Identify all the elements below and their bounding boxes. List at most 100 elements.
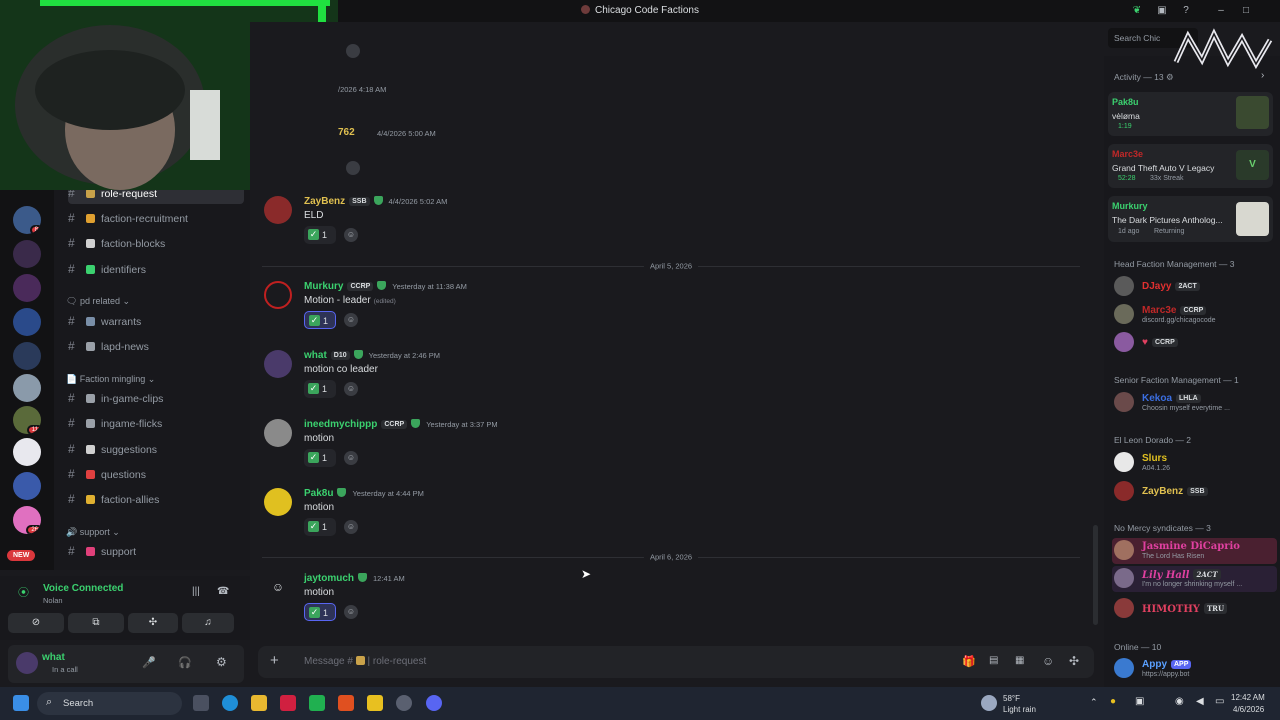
task-view-icon[interactable] [193,695,209,711]
sticker-icon[interactable]: ▦ [1015,655,1024,666]
add-reaction-icon[interactable]: ☺ [344,228,358,242]
gift-icon[interactable]: 🎁 [962,655,976,668]
soundboard-button[interactable]: ♫ [182,613,234,633]
avatar[interactable] [16,652,38,674]
activity-card[interactable]: Murkury The Dark Pictures Antholog... 1d… [1108,196,1273,242]
channel-support[interactable]: # support [68,540,244,562]
add-reaction-icon[interactable]: ☺ [344,605,358,619]
weather-desc[interactable]: Light rain [1003,705,1036,714]
help-icon[interactable]: ? [1180,5,1192,17]
add-reaction-icon[interactable]: ☺ [344,451,358,465]
member-item[interactable]: ♥ CCRP [1112,330,1277,356]
voice-channel[interactable]: Nolan [43,596,63,605]
add-reaction-icon[interactable]: ☺ [344,520,358,534]
avatar[interactable]: ☺ [264,573,292,601]
username[interactable]: ineedmychippp [304,419,377,430]
minimize-icon[interactable]: – [1215,5,1227,17]
server-icon-1[interactable]: 8 [13,206,41,234]
app-icon-r[interactable] [367,695,383,711]
category-support[interactable]: 🔊 support ⌄ [66,527,120,538]
battery-icon[interactable]: ▭ [1215,696,1224,707]
member-item[interactable]: Jasmine DiCaprio The Lord Has Risen [1112,538,1277,564]
avatar[interactable] [264,488,292,516]
username[interactable]: jaytomuch [304,573,354,584]
add-reaction-icon[interactable]: ☺ [344,313,358,327]
member-item[interactable]: DJayy 2ACT [1112,274,1277,300]
gif-icon[interactable]: ▤ [989,655,998,666]
disconnect-icon[interactable]: ☎ [217,586,229,597]
reaction-check[interactable]: ✓ 1 [304,380,336,398]
taskbar-search[interactable]: ⌕ Search [37,692,182,715]
username[interactable]: Pak8u [304,488,333,499]
clock-date[interactable]: 4/6/2026 [1233,705,1264,714]
channel-faction-recruitment[interactable]: # faction-recruitment [68,207,244,229]
microphone-icon[interactable]: 🎤 [142,656,156,669]
server-icon-3[interactable] [13,274,41,302]
windows-start-icon[interactable] [13,695,29,711]
clock-time[interactable]: 12:42 AM [1231,693,1265,702]
app-icon-a[interactable] [280,695,296,711]
leaf-icon[interactable]: ❦ [1131,5,1143,17]
server-icon-9[interactable] [13,472,41,500]
avatar[interactable] [264,419,292,447]
member-item[interactable]: Slurs A04.1.26 [1112,450,1277,476]
avatar[interactable] [264,281,292,309]
member-item[interactable]: Kekoa LHLA Choosin myself everytime ... [1112,390,1277,416]
activities-button[interactable]: ✣ [128,613,178,633]
channel-warrants[interactable]: # warrants [68,310,244,332]
server-icon-2[interactable] [13,240,41,268]
github-icon[interactable] [396,695,412,711]
reaction-check[interactable]: ✓ 1 [304,449,336,467]
apps-icon[interactable]: ✣ [1069,654,1079,668]
member-item[interactable]: Appy APP https://appy.bot [1112,656,1277,682]
add-reaction-icon[interactable] [346,161,360,175]
server-icon-8[interactable] [13,438,41,466]
channel-faction-blocks[interactable]: # faction-blocks [68,232,244,254]
add-reaction-icon[interactable] [346,44,360,58]
channel-lapd-news[interactable]: # lapd-news [68,335,244,357]
screen-share-button[interactable]: ⧉ [68,613,124,633]
file-explorer-icon[interactable] [251,695,267,711]
channel-identifiers[interactable]: # identifiers [68,258,244,280]
channel-suggestions[interactable]: # suggestions [68,438,244,460]
headphones-icon[interactable]: 🎧 [178,656,192,669]
brave-icon[interactable] [338,695,354,711]
activity-card[interactable]: Marc3e Grand Theft Auto V Legacy 52:28 3… [1108,144,1273,188]
settings-gear-icon[interactable]: ⚙ [216,655,227,669]
server-icon-5[interactable] [13,342,41,370]
server-icon-10[interactable]: 26 [13,506,41,534]
channel-questions[interactable]: # questions [68,463,244,485]
app-icon-k[interactable] [309,695,325,711]
chevron-up-icon[interactable]: ⌃ [1090,697,1098,708]
server-icon-6[interactable] [13,374,41,402]
server-icon-7[interactable]: 11 [13,406,41,434]
username[interactable]: Murkury [304,281,343,292]
edge-icon[interactable] [222,695,238,711]
tray-icon[interactable]: ▣ [1135,696,1144,707]
noise-suppression-icon[interactable]: ||| [192,586,200,597]
reaction-check[interactable]: ✓ 1 [304,226,336,244]
server-icon-4[interactable] [13,308,41,336]
username[interactable]: 762 [338,127,355,138]
tray-icon[interactable]: ● [1110,696,1116,707]
category-pd-related[interactable]: 🗨 pd related ⌄ [66,296,130,307]
wifi-icon[interactable]: ◉ [1175,696,1184,707]
member-item[interactable]: Marc3e CCRP discord.gg/chicagocode [1112,302,1277,328]
maximize-icon[interactable]: □ [1240,5,1252,17]
channel-faction-allies[interactable]: # faction-allies [68,488,244,510]
inbox-icon[interactable]: ▣ [1156,5,1168,17]
username[interactable]: what [304,350,327,361]
reaction-check[interactable]: ✓ 1 [304,603,336,621]
discord-icon[interactable] [426,695,442,711]
add-reaction-icon[interactable]: ☺ [344,382,358,396]
channel-in-game-clips[interactable]: # in-game-clips [68,387,244,409]
emoji-icon[interactable]: ☺ [1042,654,1054,668]
scrollbar[interactable] [1093,525,1098,625]
avatar[interactable] [264,196,292,224]
reaction-check[interactable]: ✓ 1 [304,311,336,329]
member-item[interactable]: ZayBenz SSB [1112,479,1277,505]
camera-off-button[interactable]: ⊘ [8,613,64,633]
channel-ingame-flicks[interactable]: # ingame-flicks [68,412,244,434]
new-unreads-pill[interactable]: NEW [7,550,36,561]
activity-card[interactable]: Pak8u vėlømа 1:19 [1108,92,1273,136]
